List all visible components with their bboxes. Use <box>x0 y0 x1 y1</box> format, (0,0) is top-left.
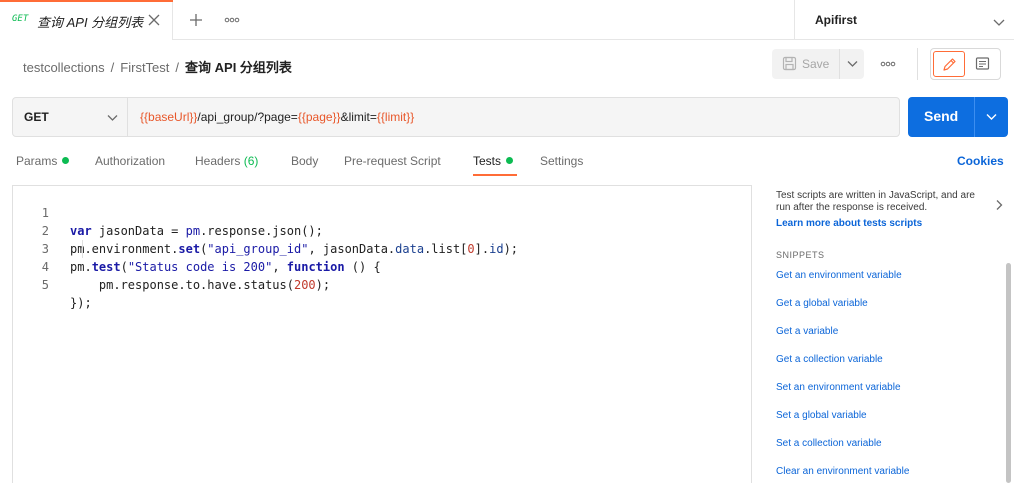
tab-headers-label: Headers <box>195 154 241 168</box>
tab-params-label: Params <box>16 154 58 168</box>
code-text: pm.response.to.have.status(200); <box>70 278 331 292</box>
status-dot <box>506 157 514 164</box>
document-icon <box>975 57 990 70</box>
snippet-link[interactable]: Set a collection variable <box>776 438 882 449</box>
line-number: 5 <box>41 278 49 292</box>
tab-body[interactable]: Body <box>291 154 318 168</box>
send-label: Send <box>924 108 959 124</box>
panel-description: Test scripts are written in JavaScript, … <box>776 190 975 213</box>
panel-scrollbar[interactable] <box>1006 263 1011 483</box>
snippet-link[interactable]: Set an environment variable <box>776 382 901 393</box>
cookies-link[interactable]: Cookies <box>957 154 1004 168</box>
environment-name: Apifirst <box>815 13 857 27</box>
save-button[interactable]: Save <box>772 49 840 79</box>
chevron-down-icon <box>993 15 1005 26</box>
chevron-down-icon <box>107 115 118 121</box>
tab-authorization[interactable]: Authorization <box>95 154 165 168</box>
chevron-right-icon[interactable] <box>995 199 1003 211</box>
url-variable-limit: {{limit}} <box>376 110 415 124</box>
breadcrumb: testcollections / FirstTest / 查询 API 分组列表 <box>23 57 292 76</box>
close-icon[interactable] <box>146 12 162 28</box>
chevron-down-icon <box>847 61 858 67</box>
breadcrumb-collection[interactable]: testcollections <box>23 60 105 75</box>
snippet-link[interactable]: Get a variable <box>776 326 838 337</box>
breadcrumb-folder[interactable]: FirstTest <box>120 60 169 75</box>
code-line: 3 pm.test("Status code is 200", function… <box>13 222 751 274</box>
url-variable-page: {{page}} <box>297 110 341 124</box>
request-tabs: Params Authorization Headers (6) Body Pr… <box>0 146 1014 178</box>
code-line: 2 pm.environment.set("api_group_id", jas… <box>13 204 751 256</box>
request-bar: GET {{baseUrl}}/api_group/?page={{page}}… <box>12 97 900 137</box>
snippets-heading: SNIPPETS <box>776 250 825 260</box>
tab-method-badge: GET <box>12 14 29 24</box>
method-select[interactable]: GET <box>13 98 128 136</box>
tab-settings[interactable]: Settings <box>540 154 583 168</box>
pencil-icon <box>943 58 956 71</box>
url-variable-baseurl: {{baseUrl}} <box>140 110 198 124</box>
learn-more-link[interactable]: Learn more about tests scripts <box>776 218 922 229</box>
documentation-view-button[interactable] <box>968 51 998 77</box>
code-line: 5 }); <box>13 258 751 310</box>
send-button[interactable]: Send <box>908 97 975 137</box>
divider <box>917 48 918 80</box>
request-tab[interactable]: GET 查询 API 分组列表 <box>0 0 173 40</box>
tab-title: 查询 API 分组列表 <box>37 15 144 30</box>
tab-tests-label: Tests <box>473 154 502 168</box>
url-path: /api_group/?page= <box>197 110 298 124</box>
more-icon[interactable] <box>880 58 896 70</box>
snippet-link[interactable]: Clear an environment variable <box>776 466 909 477</box>
edit-view-button[interactable] <box>933 51 965 77</box>
tests-script-editor[interactable]: 1 var jasonData = pm.response.json(); 2 … <box>12 185 752 483</box>
save-icon <box>782 56 797 71</box>
snippet-link[interactable]: Get an environment variable <box>776 270 902 281</box>
code-line: 4 pm.response.to.have.status(200); <box>13 240 751 292</box>
save-dropdown-button[interactable] <box>841 49 864 79</box>
environment-select[interactable]: Apifirst <box>794 0 1014 40</box>
tab-bar: GET 查询 API 分组列表 Apifirst <box>0 0 1014 40</box>
snippet-link[interactable]: Get a global variable <box>776 298 868 309</box>
snippets-panel: Test scripts are written in JavaScript, … <box>767 185 1014 483</box>
tab-pre-request-script[interactable]: Pre-request Script <box>344 154 441 168</box>
view-toggle <box>930 48 1001 80</box>
active-tab-indicator <box>473 174 517 176</box>
url-input[interactable]: {{baseUrl}}/api_group/?page={{page}}&lim… <box>128 98 899 136</box>
send-group: Send <box>908 97 1008 137</box>
chevron-down-icon <box>986 114 997 120</box>
breadcrumb-separator: / <box>175 60 180 75</box>
tab-headers[interactable]: Headers (6) <box>195 154 258 168</box>
save-label: Save <box>802 57 830 71</box>
url-query: &limit= <box>340 110 377 124</box>
breadcrumb-separator: / <box>110 60 115 75</box>
save-group: Save <box>772 49 864 79</box>
snippet-link[interactable]: Set a global variable <box>776 410 867 421</box>
method-label: GET <box>24 110 49 124</box>
code-line: 1 var jasonData = pm.response.json(); <box>13 186 751 238</box>
code-text: }); <box>70 296 92 310</box>
more-icon[interactable] <box>224 14 240 26</box>
send-dropdown-button[interactable] <box>976 97 1008 137</box>
plus-icon[interactable] <box>188 12 204 28</box>
breadcrumb-request[interactable]: 查询 API 分组列表 <box>185 60 292 75</box>
status-dot <box>62 157 70 164</box>
tab-params[interactable]: Params <box>16 154 70 168</box>
headers-count-badge: (6) <box>243 154 259 168</box>
snippet-link[interactable]: Get a collection variable <box>776 354 883 365</box>
indent-guide <box>82 240 83 258</box>
tab-tests[interactable]: Tests <box>473 154 514 168</box>
